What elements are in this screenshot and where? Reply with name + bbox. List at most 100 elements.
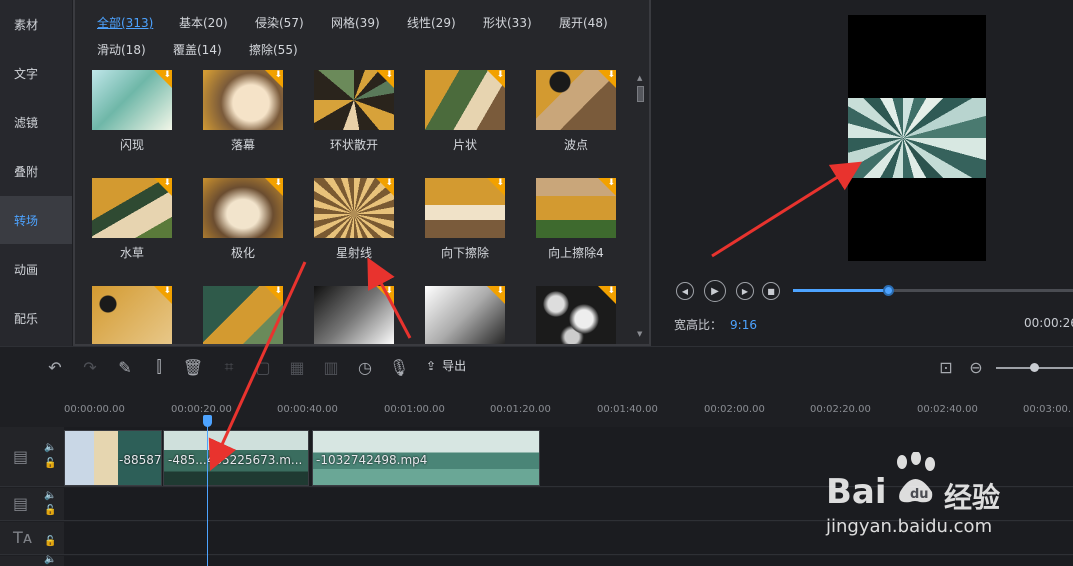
tab-cover[interactable]: 覆盖(14) <box>173 41 222 58</box>
transition-thumb-ring-scatter[interactable]: ⬇ <box>314 70 394 130</box>
transition-label: 星射线 <box>335 246 372 260</box>
sidebar-item-music[interactable]: 配乐 <box>0 294 72 342</box>
prev-frame-button[interactable]: ◀ <box>676 282 694 300</box>
split-icon[interactable]: ⫿ <box>149 357 169 377</box>
download-icon: ⬇ <box>496 286 504 296</box>
tab-basic[interactable]: 基本(20) <box>179 14 228 31</box>
edit-icon[interactable]: ✎ <box>115 357 135 377</box>
lock-icon[interactable]: 🔓 <box>44 536 56 547</box>
fit-timeline-icon[interactable]: ⊡ <box>936 357 956 377</box>
transition-thumb-flakes[interactable]: ⬇ <box>425 70 505 130</box>
download-icon: ⬇ <box>496 178 504 188</box>
transition-thumb-row3-5[interactable]: ⬇ <box>536 286 616 344</box>
sidebar-item-text[interactable]: 文字 <box>0 49 72 97</box>
scroll-up-icon[interactable]: ▲ <box>637 74 642 82</box>
download-icon: ⬇ <box>274 178 282 188</box>
playhead[interactable] <box>207 418 208 566</box>
transition-label: 向下擦除 <box>440 246 489 260</box>
volume-icon[interactable]: 🔈 <box>44 490 56 501</box>
tab-wipe[interactable]: 擦除(55) <box>249 41 298 58</box>
transition-thumb-flash[interactable]: ⬇ <box>92 70 172 130</box>
tick-label: 00:03:00. <box>1023 404 1072 415</box>
tab-dissolve[interactable]: 侵染(57) <box>255 14 304 31</box>
current-time: 00:00:26 <box>1024 316 1073 330</box>
transition-label: 波点 <box>563 138 588 152</box>
transition-thumb-row3-1[interactable]: ⬇ <box>92 286 172 344</box>
transition-thumb-star-rays[interactable]: ⬇ <box>314 178 394 238</box>
sidebar-item-animation[interactable]: 动画 <box>0 245 72 293</box>
tab-all[interactable]: 全部(313) <box>97 14 153 31</box>
transition-thumb-row3-2[interactable]: ⬇ <box>203 286 283 344</box>
sidebar-item-filter[interactable]: 滤镜 <box>0 98 72 146</box>
transition-label: 向上擦除4 <box>548 246 604 260</box>
transition-thumb-wipe-down[interactable]: ⬇ <box>425 178 505 238</box>
library-scrollbar[interactable] <box>637 86 644 102</box>
tab-linear[interactable]: 线性(29) <box>407 14 456 31</box>
transition-thumb-row3-4[interactable]: ⬇ <box>425 286 505 344</box>
download-icon: ⬇ <box>496 70 504 80</box>
aspect-ratio-label: 宽高比： <box>674 318 723 332</box>
transition-label: 极化 <box>230 246 255 260</box>
timeline-clip[interactable]: -1032742498.mp4 <box>312 430 540 486</box>
watermark-brand: Bai <box>826 472 887 512</box>
playback-progress[interactable] <box>793 285 1073 296</box>
mosaic-icon[interactable]: ▦ <box>287 357 307 377</box>
timeline-clip[interactable]: -885873 <box>64 430 162 486</box>
text-track-header: Tᴀ 🔓 <box>0 522 64 555</box>
sidebar-item-transition[interactable]: 转场 <box>0 196 72 244</box>
download-icon: ⬇ <box>607 178 615 188</box>
undo-icon[interactable]: ↶ <box>45 357 65 377</box>
transition-label: 闪现 <box>119 138 144 152</box>
zoom-out-icon[interactable]: ⊖ <box>966 357 986 377</box>
scroll-down-icon[interactable]: ▼ <box>637 330 642 338</box>
pip-track-header: ▤ 🔈 🔓 <box>0 488 64 521</box>
transition-thumb-curtain[interactable]: ⬇ <box>203 70 283 130</box>
watermark-url: jingyan.baidu.com <box>826 516 993 537</box>
aspect-ratio: 宽高比： 9:16 <box>674 316 757 333</box>
tick-label: 00:01:00.00 <box>384 404 445 415</box>
tab-grid[interactable]: 网格(39) <box>331 14 380 31</box>
video-player[interactable] <box>848 15 986 261</box>
audio-track[interactable] <box>64 556 1073 566</box>
transition-thumb-polar[interactable]: ⬇ <box>203 178 283 238</box>
tick-label: 00:02:20.00 <box>810 404 871 415</box>
microphone-icon[interactable]: 🎙 <box>389 357 409 377</box>
lock-icon[interactable]: 🔓 <box>44 458 56 469</box>
transition-thumb-seaweed[interactable]: ⬇ <box>92 178 172 238</box>
zoom-slider-knob[interactable] <box>1030 363 1039 372</box>
delete-icon[interactable]: 🗑 <box>183 357 203 377</box>
redo-icon[interactable]: ↷ <box>80 357 100 377</box>
sidebar-item-material[interactable]: 素材 <box>0 0 72 48</box>
text-icon: Tᴀ <box>13 528 33 547</box>
sidebar-item-label: 动画 <box>14 262 39 277</box>
next-frame-button[interactable]: ▶ <box>736 282 754 300</box>
tab-expand[interactable]: 展开(48) <box>559 14 608 31</box>
download-icon: ⬇ <box>385 286 393 296</box>
volume-icon[interactable]: 🔈 <box>44 554 56 565</box>
crop-icon[interactable]: ⌗ <box>219 357 239 377</box>
sidebar-item-label: 滤镜 <box>14 115 39 130</box>
tick-label: 00:00:40.00 <box>277 404 338 415</box>
tab-shape[interactable]: 形状(33) <box>483 14 532 31</box>
timeline-clip[interactable]: -485...485225673.m... <box>163 430 309 486</box>
download-icon: ⬇ <box>163 286 171 296</box>
aspect-ratio-value[interactable]: 9:16 <box>730 318 757 332</box>
stop-button[interactable]: ■ <box>762 282 780 300</box>
progress-knob[interactable] <box>883 285 895 296</box>
audio-track-header: 🔈 <box>0 554 64 566</box>
tab-slide[interactable]: 滑动(18) <box>97 41 146 58</box>
transition-thumb-wipe-up[interactable]: ⬇ <box>536 178 616 238</box>
clock-icon[interactable]: ◷ <box>355 357 375 377</box>
export-button[interactable]: ⇪ 导出 <box>426 357 466 374</box>
volume-icon[interactable]: 🔈 <box>44 442 56 453</box>
timeline-ruler[interactable]: 00:00:00.00 00:00:20.00 00:00:40.00 00:0… <box>64 392 1073 422</box>
transition-thumb-dots[interactable]: ⬇ <box>536 70 616 130</box>
transition-thumb-row3-3[interactable]: ⬇ <box>314 286 394 344</box>
lock-icon[interactable]: 🔓 <box>44 505 56 516</box>
download-icon: ⬇ <box>385 70 393 80</box>
play-button[interactable]: ▶ <box>704 280 726 302</box>
duration-icon[interactable]: ▢ <box>253 357 273 377</box>
sidebar-item-overlay[interactable]: 叠附 <box>0 147 72 195</box>
freeze-icon[interactable]: ▥ <box>321 357 341 377</box>
tick-label: 00:00:00.00 <box>64 404 125 415</box>
